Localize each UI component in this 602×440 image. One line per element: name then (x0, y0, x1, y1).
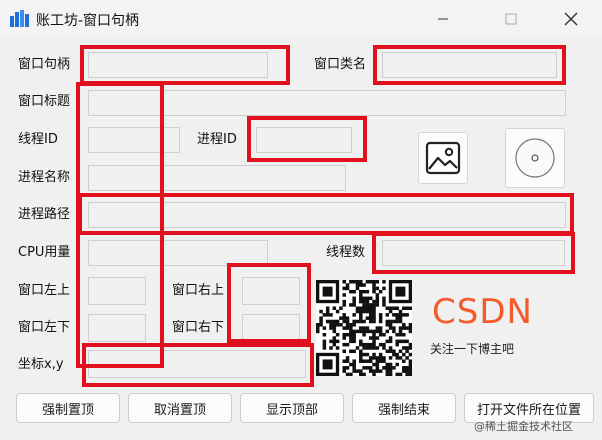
cancel-top-button[interactable]: 取消置顶 (128, 393, 232, 423)
window-title-label: 窗口标题 (18, 94, 71, 109)
highlight-process-path (78, 193, 574, 235)
qr-code (316, 280, 413, 377)
thread-id-label: 线程ID (18, 132, 58, 147)
maximize-icon (505, 13, 517, 25)
minimize-icon (438, 18, 448, 20)
coords-label: 坐标x,y (18, 357, 64, 372)
highlight-process-id (247, 116, 367, 162)
window-class-label: 窗口类名 (314, 57, 367, 72)
window-title: 账工坊-窗口句柄 (36, 13, 140, 29)
app-logo-icon (10, 10, 32, 28)
close-icon (564, 12, 578, 26)
image-icon (425, 141, 461, 175)
window-handle-label: 窗口句柄 (18, 57, 71, 72)
close-button[interactable] (548, 0, 594, 38)
maximize-button[interactable] (488, 0, 534, 38)
process-id-label: 进程ID (197, 132, 237, 147)
thread-count-label: 线程数 (326, 245, 366, 260)
force-top-button[interactable]: 强制置顶 (16, 393, 120, 423)
window-capture-target[interactable] (505, 128, 565, 188)
csdn-logo: CSDN (432, 292, 533, 332)
minimize-button[interactable] (420, 0, 466, 38)
csdn-tagline: 关注一下博主吧 (430, 342, 515, 356)
highlight-window-handle (80, 45, 290, 85)
window-icon-preview (418, 132, 468, 184)
process-path-label: 进程路径 (18, 207, 71, 222)
show-top-button[interactable]: 显示顶部 (240, 393, 344, 423)
cpu-usage-label: CPU用量 (18, 245, 71, 260)
highlight-window-class (373, 45, 566, 85)
top-right-label: 窗口右上 (172, 283, 225, 298)
highlight-top-right (227, 263, 311, 343)
highlight-coords (82, 343, 314, 387)
watermark: @稀土掘金技术社区 (474, 420, 573, 433)
top-left-label: 窗口左上 (18, 283, 71, 298)
disc-icon (515, 138, 555, 178)
bottom-right-label: 窗口右下 (172, 320, 225, 335)
force-close-button[interactable]: 强制结束 (352, 393, 456, 423)
process-name-label: 进程名称 (18, 170, 71, 185)
highlight-thread-count (372, 232, 575, 274)
bottom-left-label: 窗口左下 (18, 320, 71, 335)
